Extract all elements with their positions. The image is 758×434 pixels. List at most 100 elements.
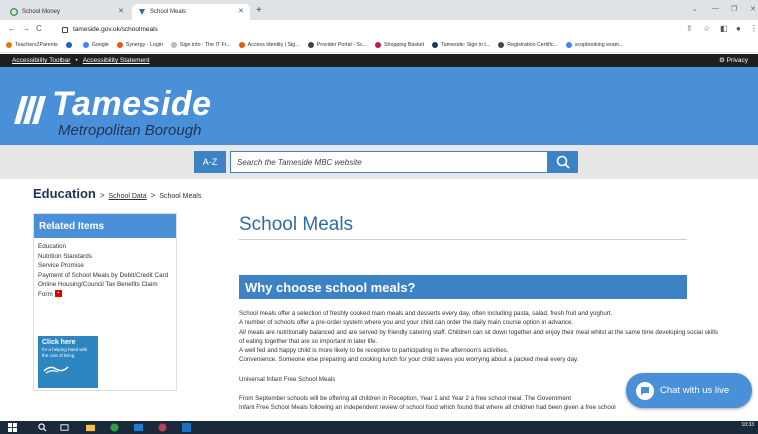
bookmark-favicon-icon	[6, 42, 12, 48]
related-link[interactable]: Education	[38, 242, 172, 252]
profile-icon[interactable]: ●	[736, 24, 741, 33]
privacy-button[interactable]: ⚙ Privacy	[719, 56, 748, 64]
lock-icon	[62, 26, 68, 33]
edge-icon[interactable]	[110, 423, 119, 432]
new-tab-button[interactable]: +	[256, 5, 262, 16]
promo-title: Click here	[42, 339, 76, 346]
paragraph: All meals are nutritionally balanced and…	[239, 328, 718, 345]
tab-label: School Money	[22, 9, 61, 15]
reload-icon[interactable]: C	[36, 24, 42, 33]
browser-tab-bar: School Money ✕ School Meals ✕ + ⌄ — ❐ ✕	[0, 0, 758, 20]
chevron-down-icon[interactable]: ⌄	[692, 5, 698, 13]
bookmark-item[interactable]: Access Identity | Sig...	[238, 42, 300, 48]
breadcrumb-education[interactable]: Education	[33, 186, 96, 201]
star-icon[interactable]: ☆	[703, 24, 710, 33]
bookmark-favicon-icon	[307, 42, 314, 48]
bookmark-favicon-icon	[170, 42, 177, 48]
page-title: School Meals	[239, 214, 354, 235]
site-title[interactable]: Tameside	[52, 87, 212, 121]
bookmark-item[interactable]	[65, 42, 75, 48]
url-field[interactable]: tameside.gov.uk/schoolmeals	[62, 23, 662, 36]
search-button[interactable]	[548, 151, 578, 173]
minimize-icon[interactable]: —	[712, 5, 719, 12]
sidebar-icon[interactable]: ◧	[720, 24, 728, 33]
related-link[interactable]: Service Promise	[38, 261, 172, 271]
bookmark-favicon-icon	[565, 42, 572, 48]
related-items-list: Education Nutrition Standards Service Pr…	[34, 238, 176, 303]
menu-icon[interactable]: ⋮	[750, 24, 758, 33]
search-icon[interactable]	[38, 423, 47, 432]
accessibility-statement-link[interactable]: Accessibility Statement	[83, 57, 150, 64]
section-heading: Why choose school meals?	[239, 275, 687, 299]
share-icon[interactable]: ⇪	[686, 24, 693, 33]
bookmark-item[interactable]: scopbooking exam...	[565, 42, 623, 48]
google-icon	[82, 42, 89, 48]
window-close-icon[interactable]: ✕	[750, 5, 756, 13]
task-view-icon[interactable]	[60, 423, 69, 432]
windows-start-icon[interactable]	[8, 423, 17, 432]
paragraph: School meals offer a selection of freshl…	[239, 310, 613, 317]
close-tab-icon[interactable]: ✕	[118, 7, 124, 15]
maximize-icon[interactable]: ❐	[731, 5, 737, 13]
file-explorer-icon[interactable]	[86, 423, 95, 432]
pdf-icon: ▪	[54, 290, 62, 298]
bookmark-item[interactable]: Provider Portal - Sc...	[307, 42, 367, 48]
breadcrumb-separator: >	[150, 191, 156, 200]
bookmark-favicon-icon	[375, 42, 382, 48]
a-z-button[interactable]: A-Z	[194, 151, 226, 173]
breadcrumb-current: School Meals	[159, 193, 202, 200]
bookmark-item[interactable]: Tameside: Sign in t...	[432, 42, 490, 48]
bookmark-item[interactable]: Synergy - Login	[116, 42, 163, 48]
accessibility-toolbar-link[interactable]: Accessibility Toolbar	[12, 57, 70, 64]
address-bar-row: ← → C tameside.gov.uk/schoolmeals ⇪ ☆ ◧ …	[0, 20, 758, 38]
breadcrumb-school-data[interactable]: School Data	[109, 193, 147, 200]
chat-with-us-button[interactable]: Chat with us live	[626, 373, 752, 408]
accessibility-bar: Accessibility Toolbar • Accessibility St…	[0, 54, 758, 67]
outlook-icon[interactable]	[134, 423, 143, 432]
tab-school-money[interactable]: School Money ✕	[4, 4, 130, 20]
forward-icon[interactable]: →	[22, 24, 30, 33]
school-money-favicon-icon	[10, 8, 18, 16]
bookmark-item[interactable]: Teachers2Parents	[6, 42, 58, 48]
chrome-icon[interactable]	[158, 423, 167, 432]
related-link[interactable]: Payment of School Meals by Debit/Credit …	[38, 271, 172, 281]
tab-label: School Meals	[150, 9, 187, 15]
bookmark-favicon-icon	[498, 42, 505, 48]
related-items-heading: Related Items	[34, 214, 176, 238]
search-icon	[556, 155, 570, 169]
tameside-logo-mark-icon[interactable]	[14, 94, 50, 131]
bookmark-item[interactable]: Registration Certific...	[498, 42, 558, 48]
bookmark-item[interactable]: Sign into : The IT Fr...	[170, 42, 231, 48]
promo-text: for a helping hand with the cost of livi…	[42, 347, 88, 358]
breadcrumb: Education > School Data > School Meals	[33, 186, 201, 201]
os-taskbar: 10:33	[0, 421, 758, 434]
bookmark-item[interactable]: Shopping Basket	[375, 42, 424, 48]
bookmark-item[interactable]: Google	[82, 42, 109, 48]
paragraph: Convenience. Someone else preparing and …	[239, 356, 579, 364]
close-tab-icon[interactable]: ✕	[238, 7, 244, 15]
url-text: tameside.gov.uk/schoolmeals	[73, 26, 158, 33]
helping-hand-icon	[43, 366, 69, 374]
cost-of-living-promo[interactable]: Click here for a helping hand with the c…	[38, 336, 98, 388]
related-link-with-pdf[interactable]: Online Housing/Council Tax Benefits Clai…	[38, 280, 172, 299]
app-icon[interactable]	[182, 423, 191, 432]
separator-dot: •	[75, 57, 78, 64]
bookmark-favicon-icon	[432, 42, 439, 48]
bookmark-favicon-icon	[238, 42, 245, 48]
clock: 10:33	[741, 422, 754, 428]
tameside-favicon-icon	[138, 8, 146, 16]
search-input[interactable]: Search the Tameside MBC website	[230, 151, 548, 173]
synergy-icon	[116, 42, 123, 48]
related-link[interactable]: Nutrition Standards	[38, 252, 172, 262]
title-divider	[239, 239, 687, 240]
bookmarks-bar: Teachers2Parents Google Synergy - Login …	[0, 38, 758, 53]
paragraph: A number of schools offer a pre-order sy…	[239, 319, 574, 327]
back-icon[interactable]: ←	[8, 24, 16, 33]
paragraph: A well fed and happy child is more likel…	[239, 347, 509, 355]
site-subtitle: Metropolitan Borough	[58, 122, 202, 139]
site-banner: Tameside Metropolitan Borough	[0, 67, 758, 145]
tab-school-meals[interactable]: School Meals ✕	[132, 4, 250, 20]
chat-bubble-icon	[636, 381, 654, 400]
gear-icon: ⚙	[719, 57, 725, 64]
s-icon	[65, 42, 72, 48]
